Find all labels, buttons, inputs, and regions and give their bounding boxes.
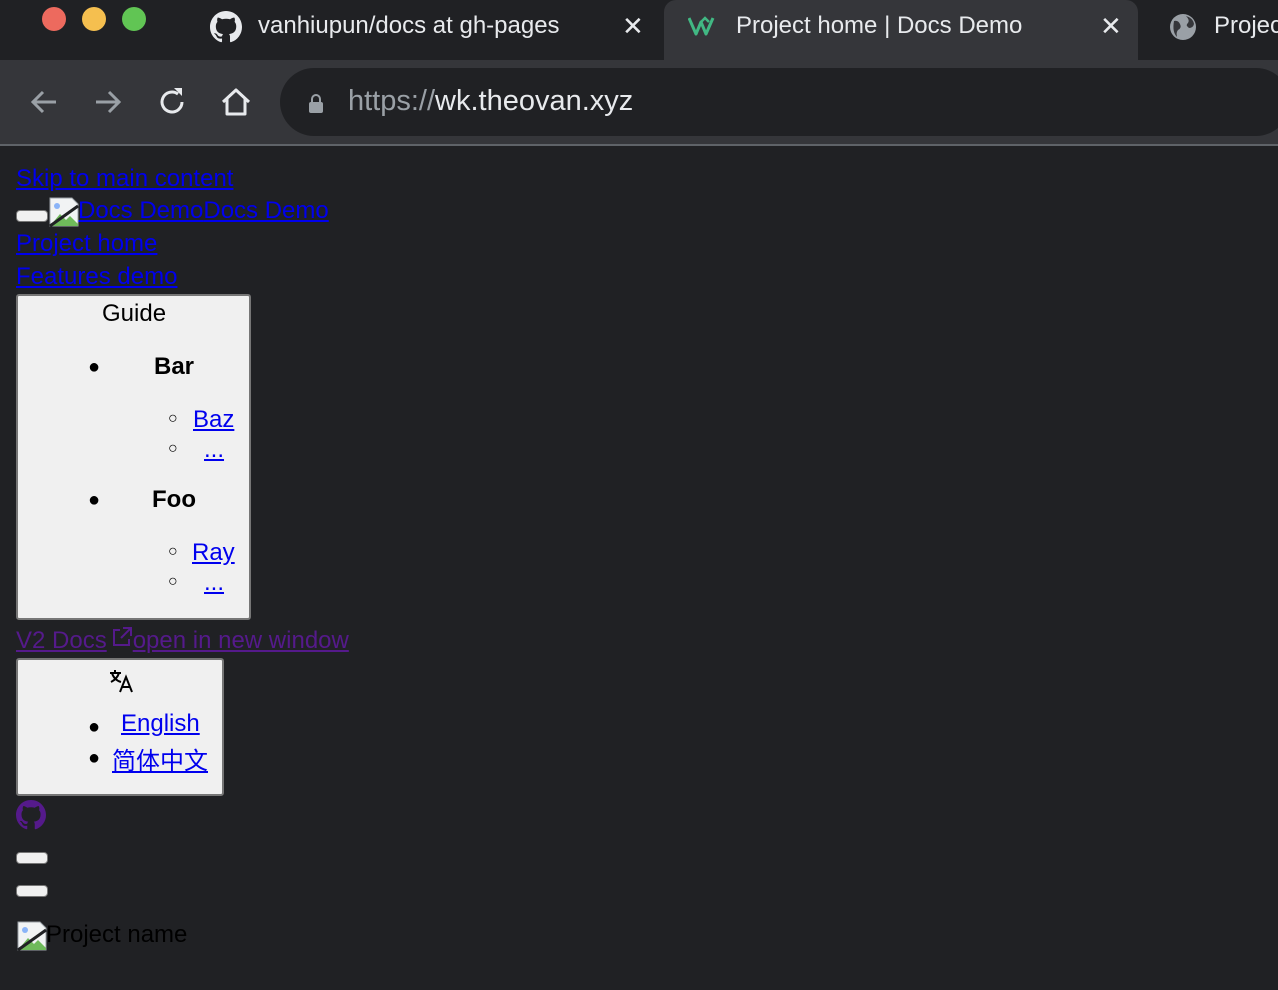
skip-to-main-link[interactable]: Skip to main content: [16, 165, 233, 192]
bullet: ○: [168, 440, 178, 457]
bullet: ●: [88, 356, 101, 378]
navbar-brand-row: Docs DemoDocs Demo: [16, 196, 329, 228]
browser-toolbar: https://wk.theovan.xyz: [0, 60, 1278, 146]
broken-image-icon: [16, 920, 47, 952]
tab-docs-demo[interactable]: Project home | Docs Demo ✕: [664, 0, 1138, 60]
bullet: ○: [168, 573, 178, 590]
language-dropdown[interactable]: ● English ● 简体中文: [16, 658, 224, 796]
url-text: https://wk.theovan.xyz: [348, 85, 633, 118]
external-link-icon: [112, 627, 132, 646]
lang-option-chinese[interactable]: 简体中文: [112, 741, 208, 776]
reload-icon[interactable]: [154, 84, 190, 120]
maximize-window-button[interactable]: [122, 7, 146, 31]
address-bar[interactable]: https://wk.theovan.xyz: [280, 68, 1278, 136]
tab-bar: vanhiupun/docs at gh-pages ✕ Project hom…: [0, 0, 1278, 60]
close-tab-icon[interactable]: ✕: [1100, 13, 1122, 39]
tab-title: Project home | Docs Demo: [736, 12, 1023, 39]
new-window-text: open in new window: [132, 627, 349, 654]
minimize-window-button[interactable]: [82, 7, 106, 31]
lang-option-english[interactable]: English: [121, 710, 200, 738]
url-host: wk.theovan.xyz: [435, 85, 634, 117]
site-title: Docs Demo: [203, 197, 329, 224]
back-icon[interactable]: [26, 84, 62, 120]
menu-toggle-button[interactable]: [16, 884, 48, 897]
nav-link-features-demo[interactable]: Features demo: [16, 263, 177, 290]
logo-alt-text: Docs Demo: [78, 197, 204, 224]
close-window-button[interactable]: [42, 7, 66, 31]
bullet: ●: [88, 489, 101, 511]
tab-project[interactable]: Projec: [1142, 0, 1278, 60]
translate-icon: [110, 670, 133, 693]
vuepress-icon: [688, 16, 715, 36]
nav-link-project-home[interactable]: Project home: [16, 230, 157, 257]
lock-icon: [309, 94, 323, 113]
github-icon: [210, 11, 242, 43]
home-link[interactable]: Docs DemoDocs Demo: [48, 196, 329, 228]
hero-image-alt: Project name: [46, 921, 188, 948]
bullet: ●: [88, 747, 101, 769]
sidebar-toggle-button[interactable]: [16, 209, 48, 222]
github-icon: [16, 800, 46, 830]
url-scheme: https://: [348, 85, 436, 117]
tab-github[interactable]: vanhiupun/docs at gh-pages ✕: [190, 0, 660, 60]
github-link[interactable]: [16, 800, 46, 836]
guide-dropdown[interactable]: Guide ● Bar ○ Baz ○ ... ● Foo ○ Ray ○ ..…: [16, 294, 251, 620]
dropdown-item-baz[interactable]: Baz: [193, 406, 234, 434]
outlook-toggle-button[interactable]: [16, 851, 48, 864]
dropdown-item-ray[interactable]: Ray: [192, 539, 235, 567]
page-content: Skip to main content Docs DemoDocs Demo …: [16, 144, 1278, 990]
dropdown-item-more[interactable]: ...: [204, 436, 224, 464]
v2-docs-label: V2 Docs: [16, 627, 107, 654]
tab-title: vanhiupun/docs at gh-pages: [258, 12, 560, 39]
dropdown-item-more[interactable]: ...: [204, 569, 224, 597]
v2-docs-link[interactable]: V2 Docs open in new window: [16, 627, 349, 654]
tab-title: Projec: [1214, 12, 1278, 39]
close-tab-icon[interactable]: ✕: [622, 13, 644, 39]
bullet: ○: [168, 410, 178, 427]
globe-icon: [1170, 14, 1196, 40]
guide-label: Guide: [102, 300, 167, 327]
broken-image-icon: [48, 196, 79, 228]
group-title-bar: Bar: [154, 353, 195, 380]
bullet: ○: [168, 543, 178, 560]
group-title-foo: Foo: [152, 486, 196, 513]
forward-icon[interactable]: [90, 84, 126, 120]
bullet: ●: [88, 716, 101, 738]
hero-row: Project name: [16, 920, 188, 952]
home-icon[interactable]: [218, 84, 254, 120]
